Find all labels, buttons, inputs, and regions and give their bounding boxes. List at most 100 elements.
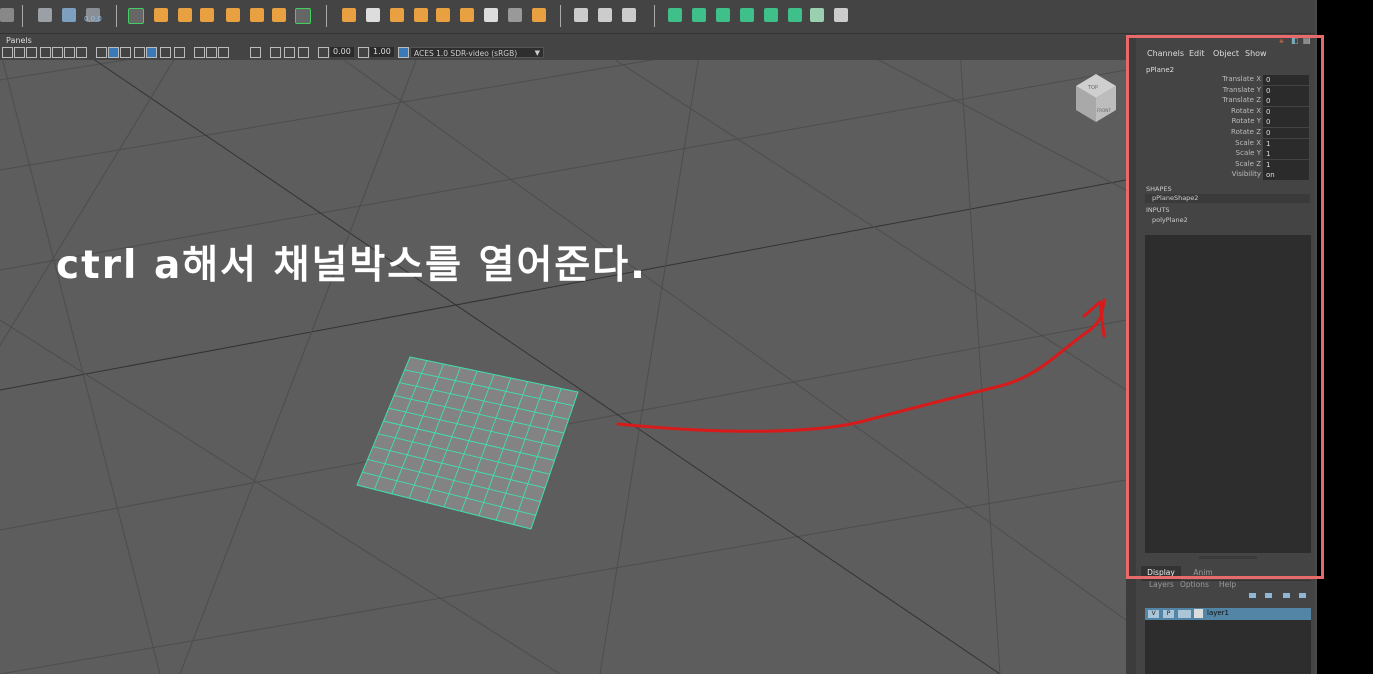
layer-display-type[interactable] xyxy=(1178,610,1191,618)
channel-value-field[interactable]: 0 xyxy=(1263,96,1309,107)
channel-row[interactable]: Rotate X0 xyxy=(1137,106,1311,117)
shelf-icon[interactable] xyxy=(414,8,428,22)
shelf-icon[interactable] xyxy=(460,8,474,22)
shelf-icon[interactable] xyxy=(574,8,588,22)
panel-splitter[interactable] xyxy=(1126,34,1136,674)
object-menu[interactable]: Object xyxy=(1213,49,1239,58)
pplane2-mesh[interactable] xyxy=(356,356,579,530)
channel-value-field[interactable]: 1 xyxy=(1263,149,1309,160)
channel-row[interactable]: Rotate Z0 xyxy=(1137,128,1311,138)
channel-value-field[interactable]: 0 xyxy=(1263,106,1309,117)
color-space-dropdown[interactable]: ACES 1.0 SDR-video (sRGB) ▼ xyxy=(410,47,544,58)
wireframe-icon[interactable] xyxy=(96,47,107,58)
ao-icon[interactable] xyxy=(194,47,205,58)
exposure-field[interactable]: 0.00 xyxy=(330,47,354,57)
shelf-icon[interactable] xyxy=(716,8,730,22)
grid-icon[interactable] xyxy=(64,47,75,58)
shelf-icon[interactable] xyxy=(484,8,498,22)
lighting-icon[interactable] xyxy=(146,47,157,58)
layer-color-icon[interactable] xyxy=(1194,609,1203,618)
channel-label[interactable]: Rotate X xyxy=(1231,107,1261,115)
channel-value-field[interactable]: 1 xyxy=(1263,159,1309,170)
grid-icon[interactable] xyxy=(40,47,51,58)
shelf-icon[interactable] xyxy=(622,8,636,22)
rotate-tool-icon[interactable] xyxy=(226,8,240,22)
shelf-icon[interactable] xyxy=(390,8,404,22)
tool-settings-icon[interactable]: ◧ xyxy=(1291,36,1299,45)
exposure-icon[interactable] xyxy=(318,47,329,58)
menu-icon[interactable] xyxy=(0,8,14,22)
options-menu[interactable]: Options xyxy=(1180,580,1209,589)
xray-icon[interactable] xyxy=(284,47,295,58)
move-tool-icon[interactable] xyxy=(200,8,214,22)
shelf-icon[interactable] xyxy=(692,8,706,22)
layer-name[interactable]: layer1 xyxy=(1207,609,1229,617)
channel-label[interactable]: Translate X xyxy=(1222,75,1261,83)
channel-row[interactable]: Translate Y0 xyxy=(1137,85,1311,96)
channel-box-icon[interactable]: ▤ xyxy=(1303,36,1311,45)
object-name[interactable]: pPlane2 xyxy=(1146,66,1174,74)
channel-label[interactable]: Scale Z xyxy=(1235,160,1261,168)
universal-tool-icon[interactable] xyxy=(272,8,286,22)
tab-display[interactable]: Display xyxy=(1141,566,1181,580)
move-layer-up-icon[interactable] xyxy=(1249,593,1256,598)
new-layer-icon[interactable] xyxy=(1283,593,1290,598)
xray-icon[interactable] xyxy=(270,47,281,58)
dof-icon[interactable] xyxy=(218,47,229,58)
camera-icon[interactable] xyxy=(26,47,37,58)
channel-label[interactable]: Translate Z xyxy=(1222,96,1261,104)
lasso-tool-icon[interactable] xyxy=(154,8,168,22)
select-tool-icon[interactable] xyxy=(128,8,144,24)
shelf-icon[interactable] xyxy=(788,8,802,22)
paint-tool-icon[interactable] xyxy=(178,8,192,22)
channel-row[interactable]: Translate Z0 xyxy=(1137,96,1311,107)
snap-curve-icon[interactable] xyxy=(38,8,52,22)
isolate-icon[interactable] xyxy=(250,47,261,58)
textured-icon[interactable] xyxy=(120,47,131,58)
color-management-icon[interactable] xyxy=(398,47,409,58)
shape-item[interactable]: pPlaneShape2 xyxy=(1145,194,1310,203)
input-item[interactable]: polyPlane2 xyxy=(1152,216,1188,224)
view-cube[interactable]: TOP FRONT xyxy=(1076,74,1116,122)
channel-row[interactable]: Rotate Y0 xyxy=(1137,117,1311,128)
lighting-icon[interactable] xyxy=(134,47,145,58)
channel-row[interactable]: Translate X0 xyxy=(1137,75,1311,85)
shelf-icon[interactable] xyxy=(764,8,778,22)
attribute-editor-icon[interactable]: ⚹ xyxy=(1279,36,1284,46)
channel-label[interactable]: Scale X xyxy=(1235,139,1261,147)
grid-icon[interactable] xyxy=(52,47,63,58)
channel-row[interactable]: Scale X1 xyxy=(1137,138,1311,149)
shelf-icon[interactable] xyxy=(366,8,380,22)
channel-value-field[interactable]: 0 xyxy=(1263,85,1309,96)
perspective-viewport[interactable]: TOP FRONT xyxy=(0,60,1126,674)
channel-label[interactable]: Translate Y xyxy=(1223,86,1261,94)
channel-value-field[interactable]: 1 xyxy=(1263,138,1309,149)
channel-value-field[interactable]: on xyxy=(1263,170,1309,181)
channel-label[interactable]: Visibility xyxy=(1232,170,1261,178)
channel-value-field[interactable]: 0 xyxy=(1263,75,1309,85)
layer-playback-toggle[interactable]: P xyxy=(1163,610,1174,618)
lighting-icon[interactable] xyxy=(160,47,171,58)
tab-anim[interactable]: Anim xyxy=(1183,566,1223,580)
new-layer-selected-icon[interactable] xyxy=(1299,593,1306,598)
channel-label[interactable]: Scale Y xyxy=(1236,149,1261,157)
channel-value-field[interactable]: 0 xyxy=(1263,117,1309,128)
help-menu[interactable]: Help xyxy=(1219,580,1236,589)
camera-icon[interactable] xyxy=(2,47,13,58)
aa-icon[interactable] xyxy=(206,47,217,58)
channel-label[interactable]: Rotate Z xyxy=(1231,128,1261,136)
shelf-icon[interactable] xyxy=(436,8,450,22)
scroll-handle[interactable] xyxy=(1199,556,1257,559)
shelf-icon[interactable] xyxy=(834,8,848,22)
layers-menu[interactable]: Layers xyxy=(1149,580,1174,589)
channel-label[interactable]: Rotate Y xyxy=(1232,117,1261,125)
gamma-field[interactable]: 1.00 xyxy=(370,47,394,57)
scale-tool-icon[interactable] xyxy=(250,8,264,22)
layer-row[interactable]: V P layer1 xyxy=(1145,608,1311,620)
move-layer-down-icon[interactable] xyxy=(1265,593,1272,598)
channel-row[interactable]: Scale Y1 xyxy=(1137,149,1311,160)
panels-menu[interactable]: Panels xyxy=(6,36,32,45)
channels-menu[interactable]: Channels xyxy=(1147,49,1184,58)
xray-icon[interactable] xyxy=(298,47,309,58)
show-menu[interactable]: Show xyxy=(1245,49,1267,58)
